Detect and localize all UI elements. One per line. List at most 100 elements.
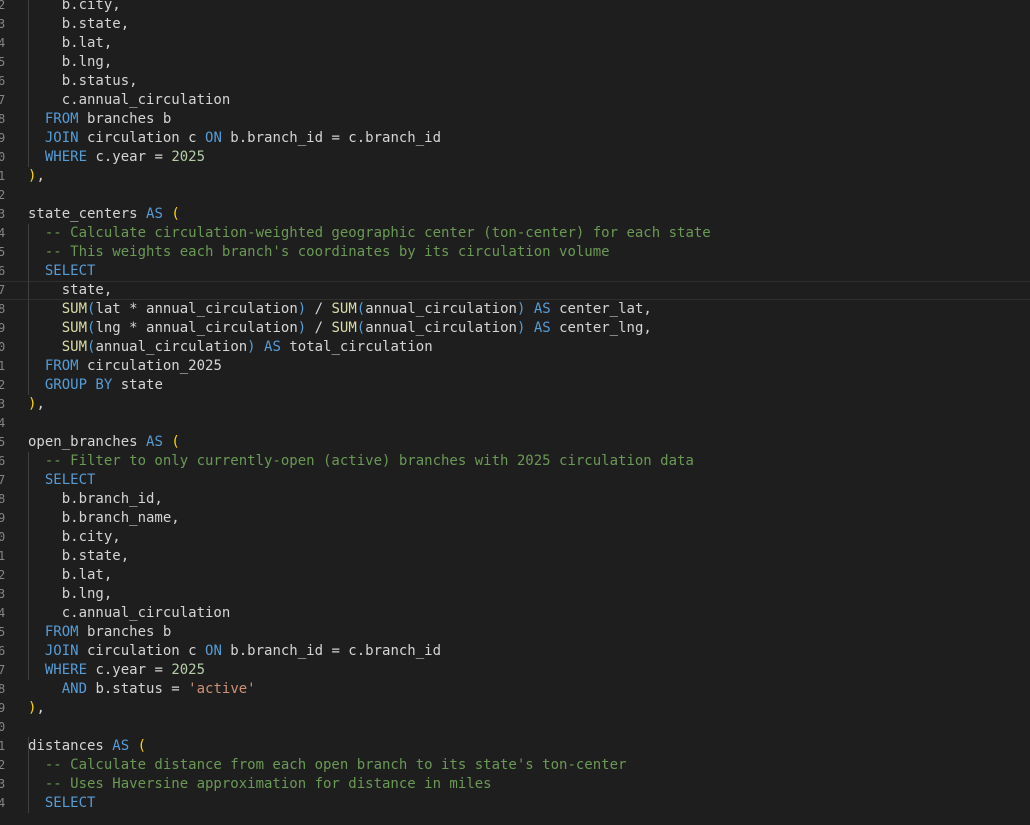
code-line[interactable]: c.annual_circulation <box>28 604 1030 623</box>
code-token: distances <box>28 738 113 754</box>
line-number: 7 <box>0 473 6 487</box>
code-line[interactable]: SUM(lat * annual_circulation) / SUM(annu… <box>28 300 1030 319</box>
code-line[interactable]: b.lat, <box>28 34 1030 53</box>
code-line[interactable]: ​ <box>28 186 1030 205</box>
code-token: c.year = <box>87 662 172 678</box>
code-line[interactable]: ​ <box>28 718 1030 737</box>
code-token: b.state, <box>28 16 130 32</box>
line-number: 8 <box>0 492 6 506</box>
line-number: 3 <box>0 397 6 411</box>
code-token: ( <box>137 738 147 754</box>
code-line[interactable]: b.lat, <box>28 566 1030 585</box>
line-number: 5 <box>0 625 6 639</box>
code-line[interactable]: WHERE c.year = 2025 <box>28 661 1030 680</box>
code-line[interactable]: -- Filter to only currently-open (active… <box>28 452 1030 471</box>
code-line[interactable]: GROUP BY state <box>28 376 1030 395</box>
line-number: 3 <box>0 587 6 601</box>
code-token: annual_circulation <box>365 301 517 317</box>
code-line[interactable]: b.state, <box>28 547 1030 566</box>
indent-guide <box>28 737 29 813</box>
code-line[interactable]: b.city, <box>28 0 1030 15</box>
code-token: center_lat, <box>550 301 652 317</box>
code-token: b.status, <box>28 73 138 89</box>
code-line[interactable]: open_branches AS ( <box>28 433 1030 452</box>
code-token: AS <box>533 301 551 317</box>
code-token: ) <box>297 320 307 336</box>
code-line[interactable]: SELECT <box>28 794 1030 813</box>
code-token: b.branch_name, <box>28 510 180 526</box>
code-line[interactable]: b.branch_id, <box>28 490 1030 509</box>
code-token: SUM <box>61 320 88 336</box>
code-token: SELECT <box>44 263 96 279</box>
code-token: lng * annual_circulation <box>95 320 298 336</box>
code-line[interactable]: JOIN circulation c ON b.branch_id = c.br… <box>28 642 1030 661</box>
code-line[interactable]: -- Calculate circulation-weighted geogra… <box>28 224 1030 243</box>
code-line[interactable]: -- Calculate distance from each open bra… <box>28 756 1030 775</box>
code-line[interactable]: b.city, <box>28 528 1030 547</box>
code-line[interactable]: c.annual_circulation <box>28 91 1030 110</box>
line-number: 4 <box>0 36 6 50</box>
code-token: circulation_2025 <box>78 358 222 374</box>
code-editor[interactable]: 2 3 4 5 6 7 8 9 0 1 2 3 4 5 6 7 8 9 0 1 2 3 4 5 6 7 8 9 0 1 2 3 4 5 6 7 8 9 0 1… <box>0 0 1030 825</box>
code-line[interactable]: JOIN circulation c ON b.branch_id = c.br… <box>28 129 1030 148</box>
code-line[interactable]: -- This weights each branch's coordinate… <box>28 243 1030 262</box>
line-number: 9 <box>0 701 6 715</box>
code-token: branches b <box>78 111 172 127</box>
code-line[interactable]: b.state, <box>28 15 1030 34</box>
code-line[interactable]: state, <box>0 281 1030 300</box>
code-line[interactable]: b.lng, <box>28 53 1030 72</box>
code-token: c.annual_circulation <box>28 605 231 621</box>
code-line[interactable]: FROM branches b <box>28 623 1030 642</box>
code-token: circulation c <box>78 643 206 659</box>
line-number: 2 <box>0 568 6 582</box>
code-line[interactable]: b.lng, <box>28 585 1030 604</box>
line-number: 0 <box>0 530 6 544</box>
code-line[interactable]: FROM circulation_2025 <box>28 357 1030 376</box>
line-number: 8 <box>0 112 6 126</box>
code-line[interactable]: ), <box>28 167 1030 186</box>
code-token: AND <box>61 681 88 697</box>
code-line[interactable]: b.branch_name, <box>28 509 1030 528</box>
code-line[interactable]: ), <box>28 395 1030 414</box>
code-line[interactable]: -- Uses Haversine approximation for dist… <box>28 775 1030 794</box>
line-number: 8 <box>0 682 6 696</box>
code-line[interactable]: state_centers AS ( <box>28 205 1030 224</box>
code-token: AS <box>146 434 163 450</box>
code-line[interactable]: SELECT <box>28 262 1030 281</box>
line-number: 9 <box>0 321 6 335</box>
code-line[interactable]: SUM(lng * annual_circulation) / SUM(annu… <box>28 319 1030 338</box>
code-token: annual_circulation <box>365 320 517 336</box>
code-line[interactable]: SELECT <box>28 471 1030 490</box>
code-token: SELECT <box>44 795 96 811</box>
line-number: 7 <box>0 93 6 107</box>
code-line[interactable]: AND b.status = 'active' <box>28 680 1030 699</box>
code-line[interactable]: b.status, <box>28 72 1030 91</box>
line-number: 7 <box>0 663 6 677</box>
code-line[interactable]: ), <box>28 699 1030 718</box>
code-token: ( <box>356 301 366 317</box>
line-number: 5 <box>0 435 6 449</box>
line-number: 2 <box>0 758 6 772</box>
code-line[interactable]: ​ <box>28 414 1030 433</box>
code-area[interactable]: b.city, b.state, b.lat, b.lng, b.status,… <box>0 0 1030 813</box>
code-line[interactable]: FROM branches b <box>28 110 1030 129</box>
line-number: 4 <box>0 606 6 620</box>
code-token: , <box>36 396 45 412</box>
line-number: 6 <box>0 644 6 658</box>
code-line[interactable]: WHERE c.year = 2025 <box>28 148 1030 167</box>
code-token: AS <box>533 320 551 336</box>
code-line[interactable]: distances AS ( <box>28 737 1030 756</box>
code-token: b.city, <box>28 0 121 13</box>
line-number: 1 <box>0 739 6 753</box>
code-token: b.lat, <box>28 567 113 583</box>
code-line[interactable]: SUM(annual_circulation) AS total_circula… <box>28 338 1030 357</box>
